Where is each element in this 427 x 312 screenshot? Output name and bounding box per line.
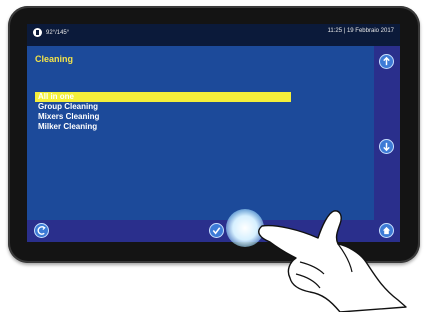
menu-item-group-cleaning[interactable]: Group Cleaning	[35, 102, 291, 112]
arrow-up-icon	[383, 56, 390, 66]
arrow-down-icon	[383, 142, 390, 152]
home-button[interactable]	[379, 223, 394, 238]
power-icon	[33, 28, 42, 37]
status-bar: 92°/145° 11:25 | 19 Febbraio 2017	[27, 24, 400, 46]
side-navigation	[374, 46, 400, 242]
cleaning-menu: All in one Group Cleaning Mixers Cleanin…	[35, 92, 291, 132]
back-icon	[37, 225, 46, 235]
date-time: 11:25 | 19 Febbraio 2017	[327, 28, 395, 34]
scroll-up-button[interactable]	[379, 54, 394, 69]
status-left: 92°/145°	[33, 28, 69, 37]
menu-item-mixers-cleaning[interactable]: Mixers Cleaning	[35, 112, 291, 122]
confirm-check-icon	[212, 227, 221, 235]
touch-highlight	[226, 209, 264, 247]
screen: 92°/145° 11:25 | 19 Febbraio 2017 Cleani…	[27, 24, 400, 242]
home-icon	[382, 226, 391, 235]
bottom-toolbar	[27, 220, 400, 242]
menu-item-milker-cleaning[interactable]: Milker Cleaning	[35, 122, 291, 132]
back-button[interactable]	[34, 223, 49, 238]
temperature-readout: 92°/145°	[46, 29, 70, 36]
scroll-down-button[interactable]	[379, 139, 394, 154]
page-title: Cleaning	[35, 54, 74, 64]
menu-item-all-in-one[interactable]: All in one	[35, 92, 291, 102]
confirm-button[interactable]	[209, 223, 224, 238]
